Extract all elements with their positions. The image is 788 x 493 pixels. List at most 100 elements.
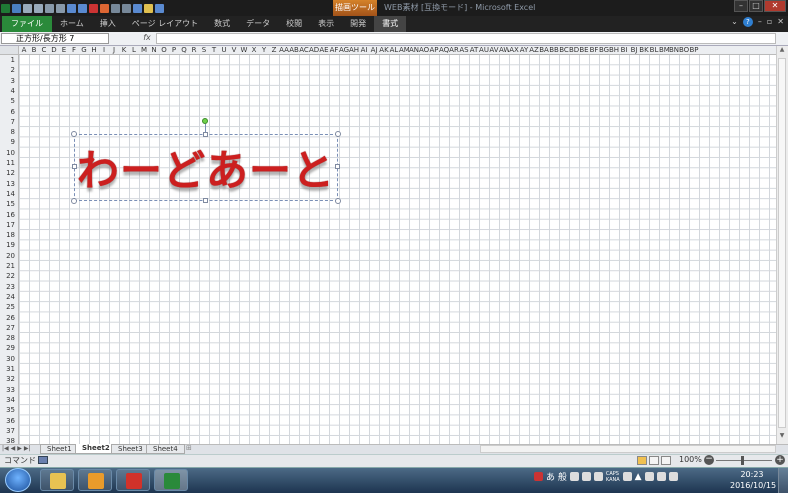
row-header[interactable]: 31	[0, 364, 18, 374]
column-header[interactable]: I	[99, 46, 109, 54]
column-header[interactable]: M	[139, 46, 149, 54]
volume-icon[interactable]	[668, 472, 678, 481]
row-header[interactable]: 5	[0, 96, 18, 106]
row-header[interactable]: 30	[0, 354, 18, 364]
column-header[interactable]: W	[239, 46, 249, 54]
normal-view-button[interactable]	[637, 456, 647, 465]
formula-input[interactable]	[156, 33, 776, 44]
next-sheet-icon[interactable]: ▶	[17, 445, 22, 452]
ime-mode[interactable]: あ 般	[546, 470, 567, 483]
sheet-tab-sheet3[interactable]: Sheet3	[111, 444, 150, 454]
column-header[interactable]: AX	[509, 46, 519, 54]
column-header[interactable]: V	[229, 46, 239, 54]
column-header[interactable]: BC	[559, 46, 569, 54]
column-header[interactable]: BH	[609, 46, 619, 54]
column-header[interactable]: AC	[299, 46, 309, 54]
column-header[interactable]: AN	[409, 46, 419, 54]
horizontal-scrollbar[interactable]	[480, 445, 776, 453]
clock[interactable]: 20:23 2016/10/15	[730, 469, 776, 491]
tray-icon[interactable]	[593, 472, 603, 481]
tray-icon[interactable]	[581, 472, 591, 481]
taskbar-outlook[interactable]	[78, 469, 112, 491]
tab-data[interactable]: データ	[238, 16, 278, 32]
zoom-in-button[interactable]: +	[775, 455, 785, 465]
row-header[interactable]: 19	[0, 240, 18, 250]
row-header[interactable]: 15	[0, 199, 18, 209]
column-header[interactable]: AU	[479, 46, 489, 54]
camera-icon[interactable]	[144, 3, 153, 13]
chart-icon[interactable]	[133, 3, 142, 13]
row-header[interactable]: 4	[0, 86, 18, 96]
scroll-down-icon[interactable]: ▼	[777, 432, 787, 442]
column-header[interactable]: D	[49, 46, 59, 54]
print-icon[interactable]	[23, 3, 32, 13]
row-header[interactable]: 1	[0, 55, 18, 65]
close-button[interactable]: ✕	[764, 0, 786, 12]
redo-icon[interactable]	[78, 3, 87, 13]
column-header[interactable]: BG	[599, 46, 609, 54]
filter-icon[interactable]	[122, 3, 131, 13]
taskbar-explorer[interactable]	[40, 469, 74, 491]
row-header[interactable]: 7	[0, 117, 18, 127]
insert-function-icon[interactable]: fx	[140, 33, 154, 44]
column-header[interactable]: AG	[339, 46, 349, 54]
column-header[interactable]: AL	[389, 46, 399, 54]
row-header[interactable]: 36	[0, 416, 18, 426]
column-header[interactable]: AK	[379, 46, 389, 54]
tray-expand-icon[interactable]: ▲	[635, 472, 642, 482]
minimize-button[interactable]: –	[734, 0, 748, 12]
font-color-icon[interactable]	[89, 3, 98, 13]
row-header[interactable]: 22	[0, 271, 18, 281]
column-header[interactable]: T	[209, 46, 219, 54]
customize-icon[interactable]	[155, 3, 164, 13]
column-header[interactable]: AI	[359, 46, 369, 54]
column-header[interactable]: BB	[549, 46, 559, 54]
column-header[interactable]: AJ	[369, 46, 379, 54]
taskbar-excel[interactable]	[154, 469, 188, 491]
scroll-up-icon[interactable]: ▲	[777, 46, 787, 56]
vertical-scroll-thumb[interactable]	[778, 58, 786, 428]
column-header[interactable]: L	[129, 46, 139, 54]
column-header[interactable]: Q	[179, 46, 189, 54]
row-header[interactable]: 13	[0, 179, 18, 189]
column-header[interactable]: J	[109, 46, 119, 54]
row-header[interactable]: 35	[0, 405, 18, 415]
row-header[interactable]: 20	[0, 251, 18, 261]
zoom-out-button[interactable]: −	[704, 455, 714, 465]
maximize-button[interactable]: □	[749, 0, 763, 12]
column-header[interactable]: BD	[569, 46, 579, 54]
column-header[interactable]: BP	[689, 46, 699, 54]
row-header[interactable]: 24	[0, 292, 18, 302]
flag-icon[interactable]	[644, 472, 654, 481]
row-header[interactable]: 27	[0, 323, 18, 333]
row-header[interactable]: 21	[0, 261, 18, 271]
column-header[interactable]: R	[189, 46, 199, 54]
last-sheet-icon[interactable]: ▶|	[24, 445, 31, 452]
column-header[interactable]: AM	[399, 46, 409, 54]
tab-page-layout[interactable]: ページ レイアウト	[124, 16, 206, 32]
column-header[interactable]: AO	[419, 46, 429, 54]
column-header[interactable]: BN	[669, 46, 679, 54]
row-header[interactable]: 9	[0, 137, 18, 147]
first-sheet-icon[interactable]: |◀	[2, 445, 9, 452]
tab-view[interactable]: 表示	[310, 16, 342, 32]
column-header[interactable]: F	[69, 46, 79, 54]
excel-icon[interactable]	[1, 3, 10, 13]
column-header[interactable]: BF	[589, 46, 599, 54]
column-header[interactable]: AQ	[439, 46, 449, 54]
sheet-tab-sheet1[interactable]: Sheet1	[40, 444, 79, 454]
column-header[interactable]: A	[19, 46, 29, 54]
row-header[interactable]: 18	[0, 230, 18, 240]
tab-format[interactable]: 書式	[374, 16, 407, 32]
column-header[interactable]: BJ	[629, 46, 639, 54]
fill-color-icon[interactable]	[100, 3, 109, 13]
column-header[interactable]: BM	[659, 46, 669, 54]
sort-icon[interactable]	[111, 3, 120, 13]
ribbon-collapse-icon[interactable]: ⌄	[731, 17, 738, 27]
select-all-button[interactable]	[0, 46, 19, 55]
tab-developer[interactable]: 開発	[342, 16, 374, 32]
column-header[interactable]: AA	[279, 46, 289, 54]
row-header[interactable]: 16	[0, 210, 18, 220]
column-header[interactable]: B	[29, 46, 39, 54]
column-header[interactable]: AV	[489, 46, 499, 54]
